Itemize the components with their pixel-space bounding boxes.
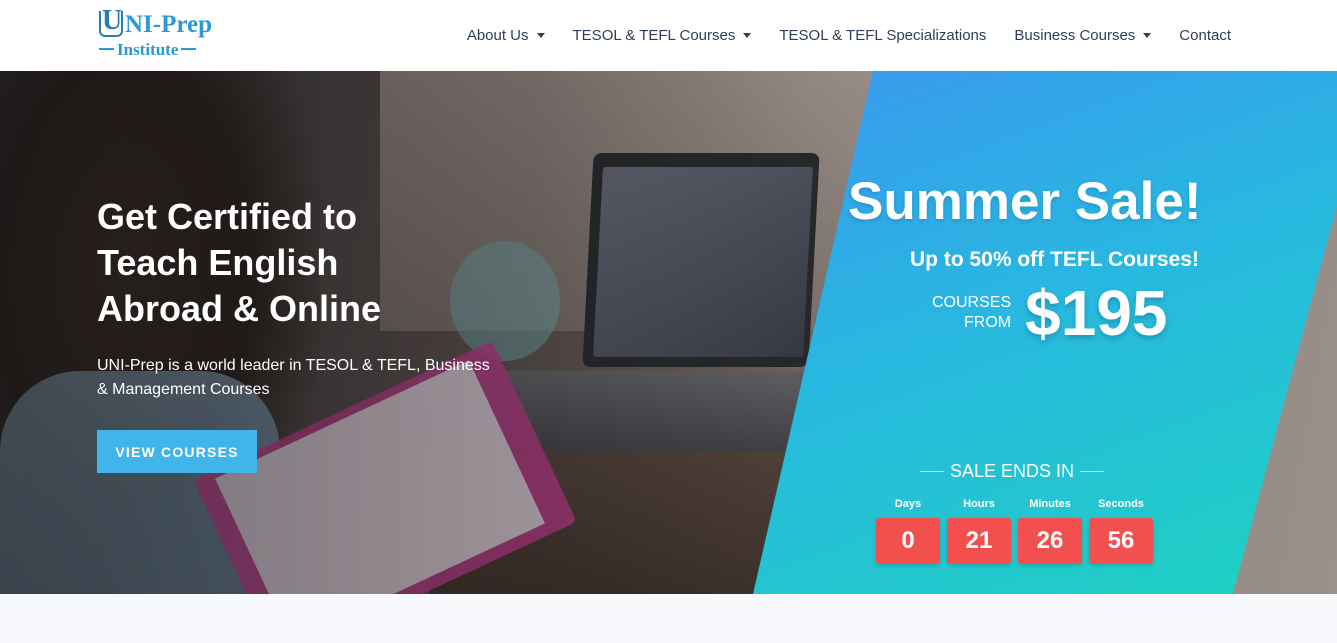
countdown-minutes: Minutes 26: [1018, 498, 1082, 564]
view-courses-button[interactable]: VIEW COURSES: [97, 430, 257, 473]
hero-section: Get Certified to Teach English Abroad & …: [0, 71, 1337, 594]
countdown-value: 0: [876, 518, 940, 564]
countdown-hours: Hours 21: [947, 498, 1011, 564]
nav-contact-label: Contact: [1179, 27, 1231, 44]
nav-about-us-label: About Us: [466, 27, 529, 44]
countdown-label: Hours: [963, 498, 995, 510]
logo-u-mark: U: [99, 7, 123, 37]
hero-title: Get Certified to Teach English Abroad & …: [97, 194, 517, 332]
hero-title-line: Abroad & Online: [97, 288, 382, 329]
countdown-label: Days: [894, 498, 922, 510]
logo-institute: Institute: [117, 39, 179, 59]
countdown-label: Minutes: [1029, 498, 1071, 510]
hero-title-line: Get Certified to: [97, 196, 358, 237]
main-nav: About Us TESOL & TEFL Courses TESOL & TE…: [467, 0, 1231, 71]
nav-tesol-tefl-specializations-label: TESOL & TEFL Specializations: [779, 27, 987, 44]
countdown-value: 26: [1018, 518, 1082, 564]
sale-discount-text: Up to 50% off TEFL Courses!: [910, 248, 1199, 271]
hero-title-line: Teach English: [97, 242, 339, 283]
price-from-label: COURSES FROM: [932, 293, 1011, 333]
logo-line-right: [181, 48, 197, 50]
sale-title: Summer Sale!: [848, 172, 1202, 231]
hero-text: Get Certified to Teach English Abroad & …: [97, 194, 517, 402]
divider-line: [920, 471, 944, 472]
hero-subtitle: UNI-Prep is a world leader in TESOL & TE…: [97, 357, 490, 398]
countdown-value: 56: [1089, 518, 1153, 564]
divider-line: [1080, 471, 1105, 472]
price-value: $195: [1025, 277, 1168, 349]
site-header: U NI-Prep Institute About Us TESOL & TEF…: [0, 0, 1337, 71]
logo-top: U NI-Prep: [99, 7, 219, 39]
logo-u-letter: U: [102, 5, 123, 36]
price-from-line: COURSES: [932, 294, 1012, 311]
countdown-seconds: Seconds 56: [1089, 498, 1153, 564]
nav-tesol-tefl-specializations[interactable]: TESOL & TEFL Specializations: [779, 27, 986, 44]
chevron-down-icon: [743, 33, 752, 38]
logo-name: NI-Prep: [125, 10, 213, 38]
page-content-start: [0, 594, 1337, 643]
nav-tesol-tefl-courses-label: TESOL & TEFL Courses: [572, 27, 736, 44]
chevron-down-icon: [536, 33, 545, 38]
price-block: COURSES FROM $195: [932, 280, 1168, 346]
sale-ends-label: SALE ENDS IN: [950, 461, 1075, 481]
logo[interactable]: U NI-Prep Institute: [99, 7, 219, 61]
countdown-label: Seconds: [1098, 498, 1144, 510]
countdown-value: 21: [947, 518, 1011, 564]
countdown-days: Days 0: [876, 498, 940, 564]
nav-business-courses-label: Business Courses: [1014, 27, 1136, 44]
price-from-line: FROM: [964, 314, 1012, 331]
nav-tesol-tefl-courses[interactable]: TESOL & TEFL Courses: [573, 27, 752, 44]
nav-business-courses[interactable]: Business Courses: [1014, 27, 1152, 44]
nav-contact[interactable]: Contact: [1179, 27, 1231, 44]
logo-bottom: Institute: [99, 39, 219, 59]
sale-ends-row: SALE ENDS IN: [920, 461, 1105, 482]
nav-about-us[interactable]: About Us: [467, 27, 545, 44]
countdown-timer: Days 0 Hours 21 Minutes 26 Seconds 56: [876, 498, 1160, 564]
chevron-down-icon: [1143, 33, 1152, 38]
logo-line-left: [99, 48, 114, 50]
